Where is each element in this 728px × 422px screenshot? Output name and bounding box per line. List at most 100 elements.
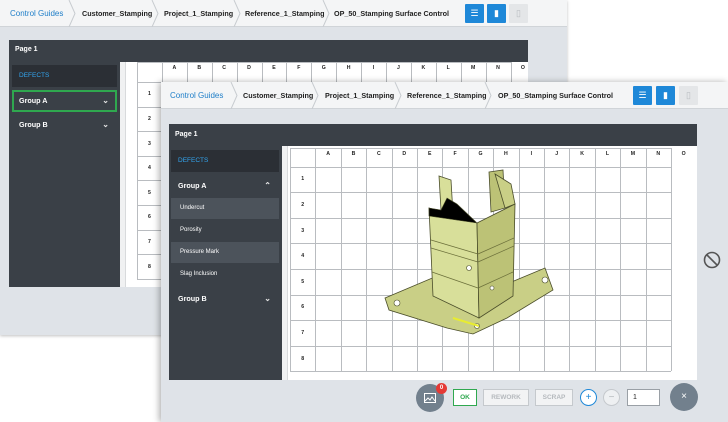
grid-row-header: 2 bbox=[148, 115, 151, 122]
grid-line bbox=[137, 62, 511, 63]
breadcrumb-customer[interactable]: Customer_Stamping bbox=[82, 0, 152, 27]
page-panel: Page 1 DEFECTS Group A ⌃ Undercut Porosi… bbox=[169, 124, 697, 380]
grid-column-header: E bbox=[427, 151, 432, 157]
breadcrumb-operation[interactable]: OP_50_Stamping Surface Control bbox=[498, 82, 613, 109]
grid-column-header: L bbox=[605, 151, 610, 157]
grid-column-header: N bbox=[496, 65, 500, 71]
grid-row-header: 4 bbox=[148, 165, 151, 172]
grid-column-header: H bbox=[504, 151, 508, 157]
grid-column-header: F bbox=[297, 65, 301, 71]
grid-row-header: 3 bbox=[148, 140, 151, 147]
group-b-toggle[interactable]: Group B ⌄ bbox=[171, 288, 279, 310]
grid-column-header: D bbox=[402, 151, 407, 157]
grid-line bbox=[290, 148, 671, 149]
breadcrumb-project[interactable]: Project_1_Stamping bbox=[164, 0, 233, 27]
bookmark-icon[interactable]: ▮ bbox=[487, 4, 506, 23]
grid-column-header: M bbox=[630, 151, 636, 157]
grid-column-header: C bbox=[377, 151, 381, 157]
grid-canvas[interactable]: A B C D E F G H I J K L M N O 1 2 3 4 5 6 7 8 bbox=[282, 146, 697, 380]
group-b-label: Group B bbox=[19, 120, 48, 129]
grid-column-header: O bbox=[681, 151, 686, 157]
defect-item-pressure-mark[interactable]: Pressure Mark bbox=[171, 242, 279, 263]
grid-row-header: 5 bbox=[148, 189, 151, 196]
breadcrumb-customer[interactable]: Customer_Stamping bbox=[243, 82, 313, 109]
grid-row-header: 1 bbox=[148, 91, 151, 98]
chevron-up-icon: ⌃ bbox=[264, 181, 271, 190]
defect-item-undercut[interactable]: Undercut bbox=[171, 198, 279, 219]
breadcrumb-project[interactable]: Project_1_Stamping bbox=[325, 82, 394, 109]
breadcrumb-separator-icon bbox=[68, 0, 76, 27]
grid-row-header: 3 bbox=[301, 227, 305, 234]
rework-button[interactable]: REWORK bbox=[483, 389, 529, 406]
page-title: Page 1 bbox=[15, 46, 38, 53]
breadcrumb-separator-icon bbox=[394, 82, 402, 109]
breadcrumb-reference[interactable]: Reference_1_Stamping bbox=[245, 0, 325, 27]
defect-item-slag-inclusion[interactable]: Slag Inclusion bbox=[171, 264, 279, 285]
bookmark-icon[interactable]: ▮ bbox=[656, 86, 675, 105]
grid-row-header: 2 bbox=[301, 201, 305, 208]
grid-column-header: G bbox=[478, 151, 483, 157]
photo-icon bbox=[424, 393, 436, 403]
document-icon[interactable]: ▯ bbox=[509, 4, 528, 23]
grid-column-header: O bbox=[520, 65, 525, 71]
grid-scrollbar[interactable] bbox=[282, 146, 288, 380]
grid-column-header: G bbox=[321, 65, 326, 71]
stamped-part-image bbox=[384, 169, 554, 335]
increment-button[interactable]: + bbox=[580, 389, 597, 406]
group-b-toggle[interactable]: Group B ⌄ bbox=[12, 114, 117, 136]
breadcrumb-control-guides[interactable]: Control Guides bbox=[170, 82, 223, 109]
chevron-down-icon: ⌄ bbox=[264, 294, 271, 303]
document-icon[interactable]: ▯ bbox=[679, 86, 698, 105]
breadcrumb-reference[interactable]: Reference_1_Stamping bbox=[407, 82, 487, 109]
chevron-down-icon: ⌄ bbox=[102, 120, 109, 129]
defects-sidebar: DEFECTS Group A ⌄ Group B ⌄ bbox=[12, 63, 117, 287]
grid-column-header: C bbox=[222, 65, 226, 71]
ok-button[interactable]: OK bbox=[453, 389, 477, 406]
breadcrumb: Control Guides Customer_Stamping Project… bbox=[161, 82, 728, 109]
grid-row-header: 6 bbox=[148, 214, 151, 221]
defects-sidebar: DEFECTS Group A ⌃ Undercut Porosity Pres… bbox=[171, 148, 279, 380]
grid-column-header: B bbox=[197, 65, 202, 71]
grid-row-header: 8 bbox=[148, 263, 151, 270]
grid-line bbox=[315, 148, 317, 372]
group-a-toggle[interactable]: Group A ⌄ bbox=[12, 90, 117, 112]
breadcrumb-separator-icon bbox=[311, 82, 319, 109]
breadcrumb-control-guides[interactable]: Control Guides bbox=[10, 0, 63, 27]
grid-column-header: I bbox=[372, 65, 375, 71]
scrap-button[interactable]: SCRAP bbox=[535, 389, 573, 406]
grid-column-header: H bbox=[346, 65, 351, 71]
grid-column-header: N bbox=[656, 151, 661, 157]
grid-column-header: J bbox=[397, 65, 400, 71]
grid-line bbox=[594, 148, 596, 372]
decrement-button[interactable]: − bbox=[603, 389, 620, 406]
group-a-label: Group A bbox=[178, 181, 207, 190]
grid-line bbox=[290, 345, 671, 347]
close-button[interactable]: × bbox=[670, 383, 698, 411]
defect-item-porosity[interactable]: Porosity bbox=[171, 220, 279, 241]
grid-line bbox=[569, 148, 571, 372]
breadcrumb-separator-icon bbox=[151, 0, 159, 27]
breadcrumb-separator-icon bbox=[484, 82, 492, 109]
breadcrumb-separator-icon bbox=[322, 0, 330, 27]
front-window: Control Guides Customer_Stamping Project… bbox=[161, 82, 728, 422]
grid-row-header: 6 bbox=[301, 304, 305, 311]
photo-count-badge: 0 bbox=[436, 383, 447, 394]
group-a-toggle[interactable]: Group A ⌃ bbox=[171, 175, 279, 197]
filter-list-icon[interactable]: ☰ bbox=[465, 4, 484, 23]
grid-scrollbar[interactable] bbox=[120, 62, 126, 287]
blocked-icon bbox=[703, 251, 721, 269]
chevron-down-icon: ⌄ bbox=[102, 96, 109, 105]
grid-row-header: 7 bbox=[148, 238, 151, 245]
grid-column-header: F bbox=[453, 151, 457, 157]
grid-column-header: A bbox=[172, 65, 177, 71]
quantity-input[interactable]: 1 bbox=[627, 389, 660, 406]
group-b-label: Group B bbox=[178, 294, 207, 303]
grid-row-header: 4 bbox=[301, 253, 305, 260]
grid-line bbox=[620, 148, 622, 372]
grid-line bbox=[645, 148, 647, 372]
breadcrumb-separator-icon bbox=[233, 0, 241, 27]
filter-list-icon[interactable]: ☰ bbox=[633, 86, 652, 105]
breadcrumb-operation[interactable]: OP_50_Stamping Surface Control bbox=[334, 0, 449, 27]
grid-column-header: K bbox=[580, 151, 584, 157]
grid-line bbox=[366, 148, 368, 372]
